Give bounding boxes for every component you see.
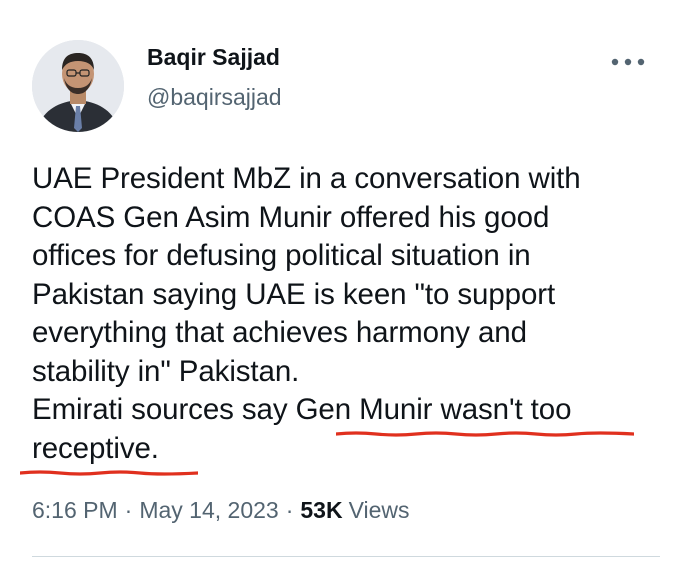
more-options-button[interactable] [608,52,648,72]
views-label[interactable]: Views [349,497,410,524]
avatar[interactable] [32,40,124,132]
divider [32,556,660,557]
author-handle[interactable]: @baqirsajjad [147,84,282,111]
meta-separator: · [285,497,294,523]
annotation-underline [336,431,634,437]
tweet-meta: 6:16 PM · May 14, 2023 · 53K Views [32,497,410,524]
more-horizontal-icon [611,58,645,66]
author-name[interactable]: Baqir Sajjad [147,44,280,71]
views-count[interactable]: 53K [300,497,342,524]
meta-separator: · [124,497,133,523]
tweet-date[interactable]: May 14, 2023 [139,497,278,524]
annotation-underline [20,470,198,476]
tweet-text: UAE President MbZ in a conversation with… [32,162,581,465]
avatar-photo [32,40,124,132]
tweet-time[interactable]: 6:16 PM [32,497,118,524]
